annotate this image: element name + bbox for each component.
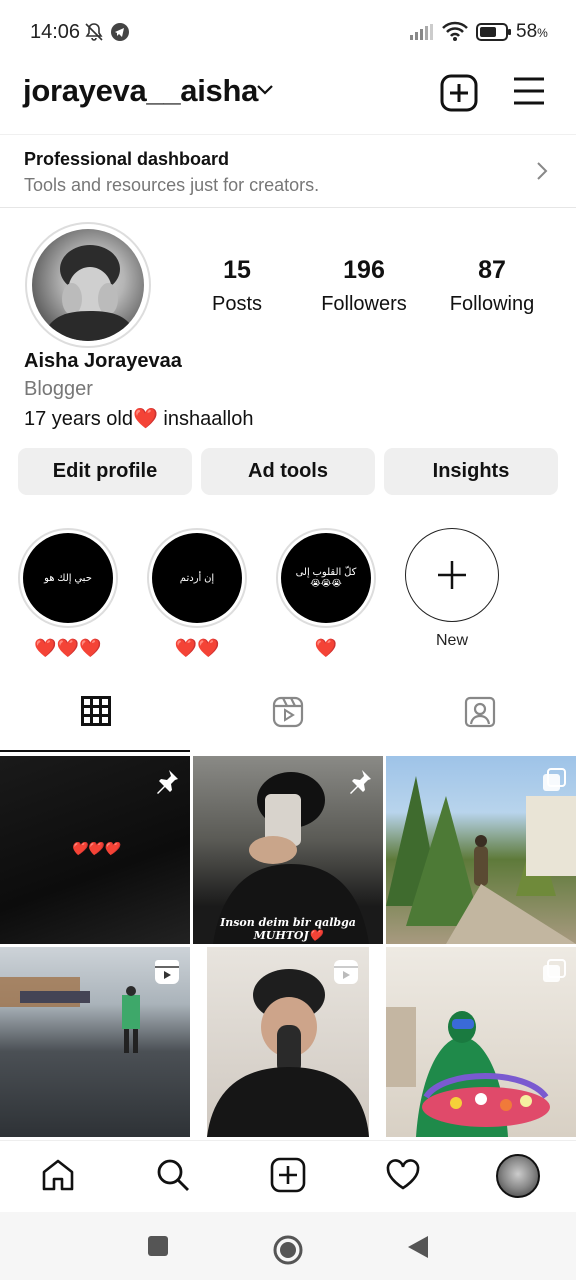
profile-bio: 17 years old❤️ inshaalloh (24, 408, 254, 430)
highlight-2[interactable]: إن أردتم ❤️❤️ (147, 528, 247, 659)
highlight-label: ❤️❤️ (174, 638, 220, 658)
new-post-icon[interactable] (440, 74, 478, 117)
battery-icon (476, 23, 512, 46)
followers-label: Followers (321, 293, 407, 315)
avatar (32, 229, 144, 341)
heart-icon[interactable] (385, 1157, 421, 1198)
highlight-cover: كلّ القلوب إلى 😭😭😭 (281, 533, 371, 623)
status-time: 14:06 (30, 21, 81, 43)
post-5[interactable] (207, 947, 369, 1137)
post-6[interactable] (386, 947, 576, 1137)
reel-icon (333, 959, 359, 990)
pin-icon (154, 768, 180, 799)
create-icon[interactable] (270, 1157, 306, 1198)
signal-icon (410, 24, 436, 45)
post-1[interactable]: ❤️❤️❤️ (0, 756, 190, 944)
highlight-label: ❤️❤️❤️ (34, 638, 102, 658)
home-button-icon[interactable] (272, 1234, 304, 1271)
dashboard-subtitle: Tools and resources just for creators. (24, 175, 320, 195)
highlight-cover: كلّ القلوب إلى 😭😭😭 (276, 528, 376, 628)
wifi-icon (442, 21, 468, 46)
recents-icon[interactable] (146, 1234, 170, 1263)
dashboard-title: Professional dashboard (24, 149, 230, 169)
highlight-label: ❤️ (314, 638, 338, 658)
system-navigation (0, 1212, 576, 1280)
insights-button[interactable]: Insights (384, 448, 558, 495)
chevron-down-icon[interactable] (256, 83, 274, 101)
stat-followers[interactable]: 196 Followers (299, 256, 429, 316)
tagged-icon (464, 696, 496, 752)
profile-header: jorayeva__aisha (0, 64, 576, 126)
highlight-3[interactable]: كلّ القلوب إلى 😭😭😭 ❤️ (276, 528, 376, 659)
status-bar: 14:06 58% (0, 0, 576, 64)
carousel-icon (542, 768, 566, 797)
followers-count: 196 (343, 256, 385, 284)
new-highlight-label: New (435, 632, 468, 649)
ad-tools-button[interactable]: Ad tools (201, 448, 375, 495)
stat-following[interactable]: 87 Following (427, 256, 557, 316)
highlight-1[interactable]: حبي إلك هو ❤️❤️❤️ (18, 528, 118, 659)
profile-category: Blogger (24, 378, 93, 400)
highlight-cover-text: حبي إلك هو (23, 533, 113, 623)
grid-icon (81, 696, 111, 752)
post-2[interactable]: Inson deim bir qalbga MUHTOJ❤️ (193, 756, 383, 944)
following-count: 87 (478, 256, 506, 284)
new-highlight-button[interactable]: New (402, 528, 502, 650)
highlight-cover: إن أردتم (147, 528, 247, 628)
battery-percent: 58% (516, 21, 548, 42)
chevron-right-icon (536, 161, 548, 186)
highlight-cover-text: كلّ القلوب إلى (295, 567, 357, 578)
highlight-cover-emoji: 😭😭😭 (310, 578, 342, 588)
posts-label: Posts (211, 293, 263, 315)
following-label: Following (449, 293, 535, 315)
active-tab-indicator (0, 750, 190, 752)
tab-tagged[interactable] (384, 696, 576, 752)
post-caption-line1: Inson deim bir qalbga (220, 916, 356, 929)
menu-icon[interactable] (513, 77, 545, 110)
telegram-icon (110, 22, 130, 47)
pin-icon (347, 768, 373, 799)
back-icon[interactable] (406, 1234, 430, 1265)
post-caption-line2: MUHTOJ❤️ (253, 929, 323, 942)
username[interactable]: jorayeva__aisha (23, 73, 258, 109)
post-caption: ❤️❤️❤️ (70, 842, 120, 857)
highlight-cover: حبي إلك هو (18, 528, 118, 628)
display-name: Aisha Jorayevaa (24, 350, 182, 372)
carousel-icon (542, 959, 566, 988)
tab-grid[interactable] (0, 696, 192, 752)
profile-avatar[interactable] (25, 222, 151, 348)
reels-icon (272, 696, 304, 752)
professional-dashboard[interactable]: Professional dashboard Tools and resourc… (0, 134, 576, 208)
reel-icon (154, 959, 180, 990)
search-icon[interactable] (155, 1157, 191, 1198)
bell-off-icon (84, 22, 104, 47)
post-4[interactable] (0, 947, 190, 1137)
post-3[interactable] (386, 756, 576, 944)
stat-posts[interactable]: 15 Posts (172, 256, 302, 316)
home-icon[interactable] (40, 1157, 76, 1198)
highlight-cover-text: إن أردتم (152, 533, 242, 623)
edit-profile-button[interactable]: Edit profile (18, 448, 192, 495)
bottom-navigation (0, 1140, 576, 1212)
profile-avatar-nav[interactable] (496, 1154, 540, 1198)
posts-count: 15 (223, 256, 251, 284)
tab-reels[interactable] (192, 696, 384, 752)
plus-icon (405, 528, 499, 622)
